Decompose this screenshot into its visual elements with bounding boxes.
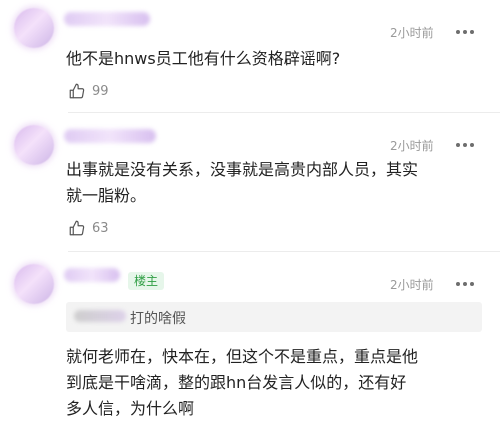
like-button[interactable]: 99 xyxy=(68,82,109,100)
like-count: 99 xyxy=(92,83,109,99)
comment-time: 2小时前 xyxy=(390,139,434,153)
like-button[interactable]: 63 xyxy=(68,219,109,237)
thumbs-up-icon xyxy=(69,220,85,236)
username-blurred[interactable] xyxy=(64,12,150,26)
thumbs-up-icon xyxy=(69,83,85,99)
avatar[interactable] xyxy=(14,125,54,165)
more-dots-icon[interactable] xyxy=(456,142,474,148)
owner-badge: 楼主 xyxy=(128,272,165,290)
comment-text: 他不是hnws员工他有什么资格辟谣啊? xyxy=(66,49,341,68)
username-blurred[interactable] xyxy=(64,129,156,143)
quoted-username-blurred xyxy=(74,310,126,322)
like-count: 63 xyxy=(92,220,109,236)
username-blurred[interactable] xyxy=(64,268,120,282)
comment-text-line-1: 出事就是没有关系，没事就是高贵内部人员，其实 xyxy=(66,160,419,179)
quoted-text: 打的啥假 xyxy=(130,311,186,327)
quoted-reply[interactable]: 打的啥假 xyxy=(66,302,482,332)
more-dots-icon[interactable] xyxy=(456,281,474,287)
avatar[interactable] xyxy=(14,8,54,48)
comment-time: 2小时前 xyxy=(390,26,434,40)
comment-text-line-1: 就何老师在，快本在，但这个不是重点，重点是他 xyxy=(66,347,419,366)
more-dots-icon[interactable] xyxy=(456,29,474,35)
comment-1: 2小时前 他不是hnws员工他有什么资格辟谣啊? 99 xyxy=(0,0,500,112)
comment-text-line-2: 就一脂粉。 xyxy=(66,186,147,205)
comment-2: 2小时前 出事就是没有关系，没事就是高贵内部人员，其实 就一脂粉。 63 xyxy=(0,113,500,251)
comment-text-line-3: 多人信，为什么啊 xyxy=(66,399,195,418)
comment-time: 2小时前 xyxy=(390,278,434,292)
avatar[interactable] xyxy=(14,264,54,304)
comment-text-line-2: 到底是干啥滴，整的跟hn台发言人似的，还有好 xyxy=(66,373,407,392)
comment-3: 楼主 2小时前 打的啥假 就何老师在，快本在，但这个不是重点，重点是他 到底是干… xyxy=(0,252,500,424)
